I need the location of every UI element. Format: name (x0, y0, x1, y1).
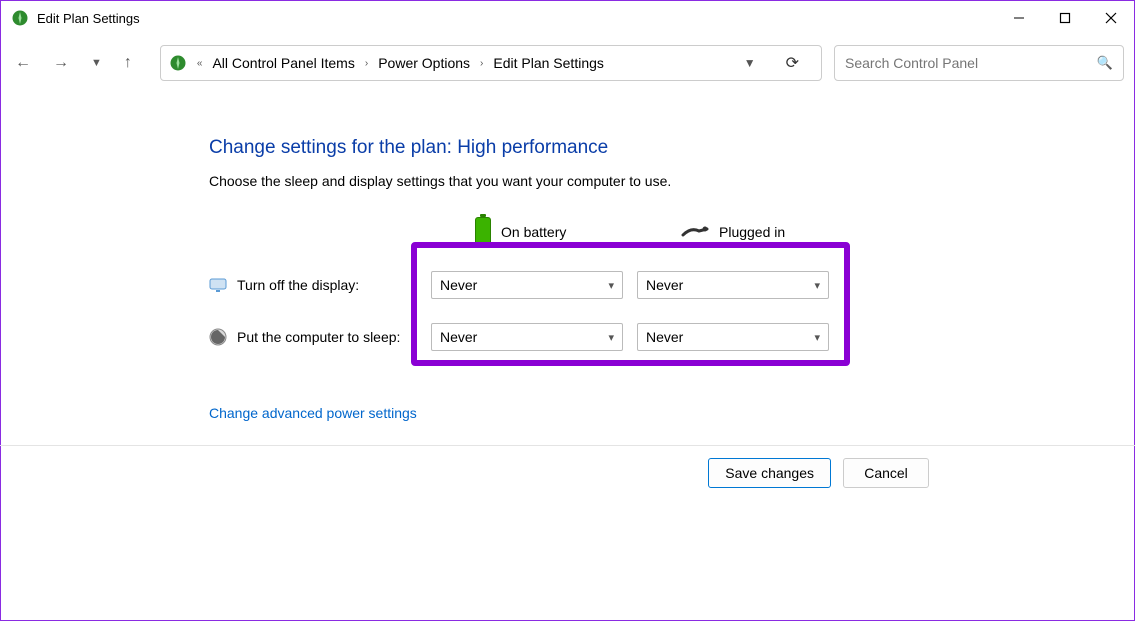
select-sleep-plugged[interactable]: Never ▾ (637, 323, 829, 351)
column-header-plugged: Plugged in (637, 216, 843, 252)
battery-icon (475, 217, 491, 247)
up-icon[interactable]: ↑ (124, 54, 132, 72)
search-icon[interactable]: 🔍 (1097, 55, 1113, 71)
page-subtext: Choose the sleep and display settings th… (209, 173, 1134, 189)
cancel-button[interactable]: Cancel (843, 458, 929, 488)
nav-row: ← → ▼ ↑ « All Control Panel Items › Powe… (1, 35, 1134, 91)
chevron-down-icon: ▾ (608, 279, 614, 292)
column-header-battery: On battery (431, 209, 637, 259)
select-display-battery[interactable]: Never ▾ (431, 271, 623, 299)
plug-icon (681, 225, 709, 239)
advanced-settings-link[interactable]: Change advanced power settings (209, 405, 1134, 421)
search-bar[interactable]: 🔍 (834, 45, 1124, 81)
breadcrumb-item-1[interactable]: Power Options (378, 55, 470, 71)
page-heading: Change settings for the plan: High perfo… (209, 137, 1134, 159)
row-sleep-text: Put the computer to sleep: (237, 329, 400, 345)
battery-header-label: On battery (501, 224, 566, 240)
breadcrumb-dropdown-icon[interactable]: ▼ (744, 56, 756, 70)
close-button[interactable] (1088, 1, 1134, 35)
search-input[interactable] (845, 55, 1097, 71)
recent-dropdown-icon[interactable]: ▼ (91, 57, 102, 69)
select-sleep-plugged-value: Never (646, 329, 683, 345)
sleep-icon (209, 328, 227, 346)
chevron-down-icon: ▾ (608, 331, 614, 344)
save-button[interactable]: Save changes (708, 458, 831, 488)
select-display-plugged-value: Never (646, 277, 683, 293)
back-icon[interactable]: ← (15, 54, 31, 72)
breadcrumb-bar[interactable]: « All Control Panel Items › Power Option… (160, 45, 822, 81)
chevron-right-icon: › (480, 58, 483, 69)
breadcrumb-item-2[interactable]: Edit Plan Settings (493, 55, 604, 71)
forward-icon[interactable]: → (53, 54, 69, 72)
select-display-plugged[interactable]: Never ▾ (637, 271, 829, 299)
chevron-right-icon: › (365, 58, 368, 69)
plugged-header-label: Plugged in (719, 224, 785, 240)
select-sleep-battery-value: Never (440, 329, 477, 345)
chevron-down-icon: ▾ (814, 279, 820, 292)
breadcrumb-app-icon (169, 54, 187, 72)
row-sleep-label: Put the computer to sleep: (209, 316, 431, 358)
row-display-label: Turn off the display: (209, 264, 431, 306)
app-icon (11, 9, 29, 27)
settings-grid: On battery Plugged in Turn off the displ… (209, 209, 1134, 363)
window-buttons (996, 1, 1134, 35)
display-icon (209, 276, 227, 294)
select-sleep-battery[interactable]: Never ▾ (431, 323, 623, 351)
breadcrumb-prefix-icon[interactable]: « (197, 58, 203, 69)
row-display-text: Turn off the display: (237, 277, 359, 293)
chevron-down-icon: ▾ (814, 331, 820, 344)
title-bar: Edit Plan Settings (1, 1, 1134, 35)
select-display-battery-value: Never (440, 277, 477, 293)
footer-bar: Save changes Cancel (0, 445, 1135, 499)
window-title: Edit Plan Settings (37, 11, 996, 26)
minimize-button[interactable] (996, 1, 1042, 35)
nav-arrows: ← → ▼ ↑ (15, 54, 132, 72)
maximize-button[interactable] (1042, 1, 1088, 35)
refresh-icon[interactable]: ⟳ (786, 53, 799, 73)
breadcrumb-item-0[interactable]: All Control Panel Items (212, 55, 354, 71)
content-area: Change settings for the plan: High perfo… (1, 91, 1134, 421)
